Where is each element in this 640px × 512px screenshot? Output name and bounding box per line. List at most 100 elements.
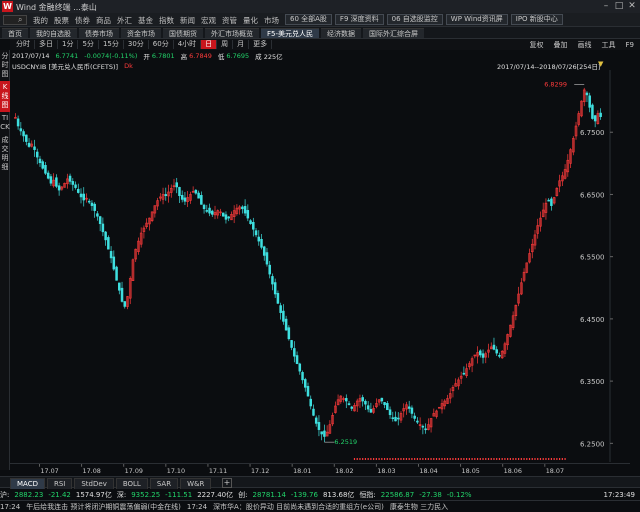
quote-price: 6.7741 (55, 52, 79, 60)
left-tool-1[interactable]: K线图 (0, 81, 10, 112)
menu-item-8[interactable]: 宏观 (201, 15, 216, 26)
tool-0[interactable]: 复权 (530, 40, 544, 50)
event-marker (528, 458, 531, 460)
tool-3[interactable]: 工具 (602, 40, 616, 50)
tab-1[interactable]: 我的自选股 (30, 28, 77, 38)
search-input[interactable]: ⌕ (3, 15, 27, 25)
period-1[interactable]: 多日 (35, 40, 58, 49)
event-marker (378, 458, 380, 460)
close-button[interactable]: ✕ (626, 1, 638, 12)
event-marker (362, 458, 364, 460)
event-marker (556, 458, 558, 460)
minimize-button[interactable]: – (600, 1, 612, 12)
menu-item-1[interactable]: 股票 (54, 15, 69, 26)
event-marker (526, 458, 528, 460)
candle-body (19, 128, 23, 132)
symbol-tag: Dk (124, 62, 133, 70)
menu-item-6[interactable]: 指数 (159, 15, 174, 26)
tab-4[interactable]: 国债期货 (163, 28, 203, 38)
event-marker (531, 458, 533, 460)
menu-item-5[interactable]: 基金 (138, 15, 153, 26)
period-8[interactable]: 日 (201, 40, 218, 49)
add-indicator-button[interactable]: + (222, 478, 232, 488)
quick-tab-2[interactable]: 06 自选股监控 (386, 14, 443, 25)
tab-3[interactable]: 资金市场 (121, 28, 161, 38)
event-marker (383, 458, 386, 460)
period-6[interactable]: 60分 (149, 40, 174, 49)
quick-tab-4[interactable]: IPO 新股中心 (510, 14, 563, 25)
y-tick-label: 6.4500 (580, 316, 605, 324)
candlestick-chart[interactable]: 6.7500 6.6500 6.5500 6.4500 6.3500 6.2500 6.82… (10, 70, 630, 462)
quick-tab-0[interactable]: 60 全部A股 (285, 14, 332, 25)
candle-body (421, 425, 425, 428)
event-marker (479, 458, 481, 460)
menu-item-11[interactable]: 市场 (264, 15, 279, 26)
event-marker (397, 458, 399, 460)
maximize-button[interactable]: □ (613, 1, 625, 12)
left-tool-0[interactable]: 分时图 (0, 50, 10, 81)
candle-body (98, 216, 102, 224)
news-item-right[interactable]: 康泰生物 三力民入 (390, 502, 448, 512)
period-2[interactable]: 1分 (58, 40, 79, 49)
period-0[interactable]: 分时 (12, 40, 35, 49)
period-4[interactable]: 15分 (99, 40, 124, 49)
tool-4[interactable]: F9 (626, 41, 634, 49)
candle-body (241, 206, 244, 210)
candle-body (345, 398, 348, 402)
period-9[interactable]: 周 (217, 40, 234, 49)
period-5[interactable]: 30分 (124, 40, 149, 49)
candle-body (205, 210, 209, 212)
left-tool-2[interactable]: TICK (0, 112, 10, 134)
tool-1[interactable]: 叠加 (554, 40, 568, 50)
x-tick-label: 17.10 (167, 467, 185, 475)
period-3[interactable]: 5分 (78, 40, 99, 49)
candle-body (585, 92, 589, 96)
candle-body (380, 397, 384, 402)
candle-body (492, 344, 496, 350)
menu-item-0[interactable]: 我的 (33, 15, 48, 26)
market-item-2: -21.42 (48, 490, 71, 499)
x-tick-label: 17.09 (125, 467, 143, 475)
news-item-mid[interactable]: 深市华A：股价异动 目前尚未遇到合适的重组方(e公司) (213, 502, 384, 512)
left-tool-3[interactable]: 成交明细 (0, 134, 10, 174)
menu-item-2[interactable]: 债券 (75, 15, 90, 26)
quote-low: 6.7695 (226, 52, 250, 60)
candle-body (364, 400, 367, 405)
candle-body (115, 266, 118, 281)
news-item-left[interactable]: 午后给我连击 预计将闭沪期铜震荡偏弱(中金在线) (26, 502, 181, 512)
candle-body (268, 264, 271, 275)
menu-item-9[interactable]: 资管 (222, 15, 237, 26)
tab-8[interactable]: 国际外汇综合屏 (363, 28, 425, 38)
quote-change: -0.0074(-0.11%) (84, 52, 138, 60)
menu-item-4[interactable]: 外汇 (117, 15, 132, 26)
market-item-12: 恒指: (359, 490, 376, 499)
quick-tab-1[interactable]: F9 深度资料 (334, 14, 384, 25)
candle-body (249, 220, 252, 224)
event-marker (463, 458, 465, 460)
tool-2[interactable]: 画线 (578, 40, 592, 50)
candles (14, 87, 602, 460)
tab-0[interactable]: 首页 (2, 28, 28, 38)
event-marker (474, 458, 476, 460)
x-tick-label: 18.03 (377, 467, 395, 475)
left-toolbar: 分时图 K线图 TICK 成交明细 (0, 50, 10, 470)
x-tick-label: 18.01 (293, 467, 311, 475)
tab-5[interactable]: 外汇市场概览 (205, 28, 259, 38)
lock-icon[interactable]: ▼ (598, 60, 603, 68)
period-7[interactable]: 4小时 (174, 40, 202, 49)
quick-tab-3[interactable]: WP Wind资讯屏 (445, 14, 508, 25)
market-item-3: 1574.97亿 (75, 490, 112, 499)
period-10[interactable]: 月 (233, 40, 250, 49)
tab-6[interactable]: F5-美元兑人民 (261, 28, 320, 38)
candle-body (276, 293, 280, 304)
y-tick-label: 6.7500 (580, 129, 605, 137)
menu-item-7[interactable]: 新闻 (180, 15, 195, 26)
event-marker (455, 458, 457, 460)
tab-2[interactable]: 债券市场 (79, 28, 119, 38)
candle-body (123, 301, 127, 307)
event-marker (548, 458, 550, 460)
tab-7[interactable]: 经济数据 (321, 28, 362, 38)
menu-item-10[interactable]: 量化 (243, 15, 258, 26)
period-11[interactable]: 更多 (249, 40, 273, 49)
menu-item-3[interactable]: 商品 (96, 15, 111, 26)
